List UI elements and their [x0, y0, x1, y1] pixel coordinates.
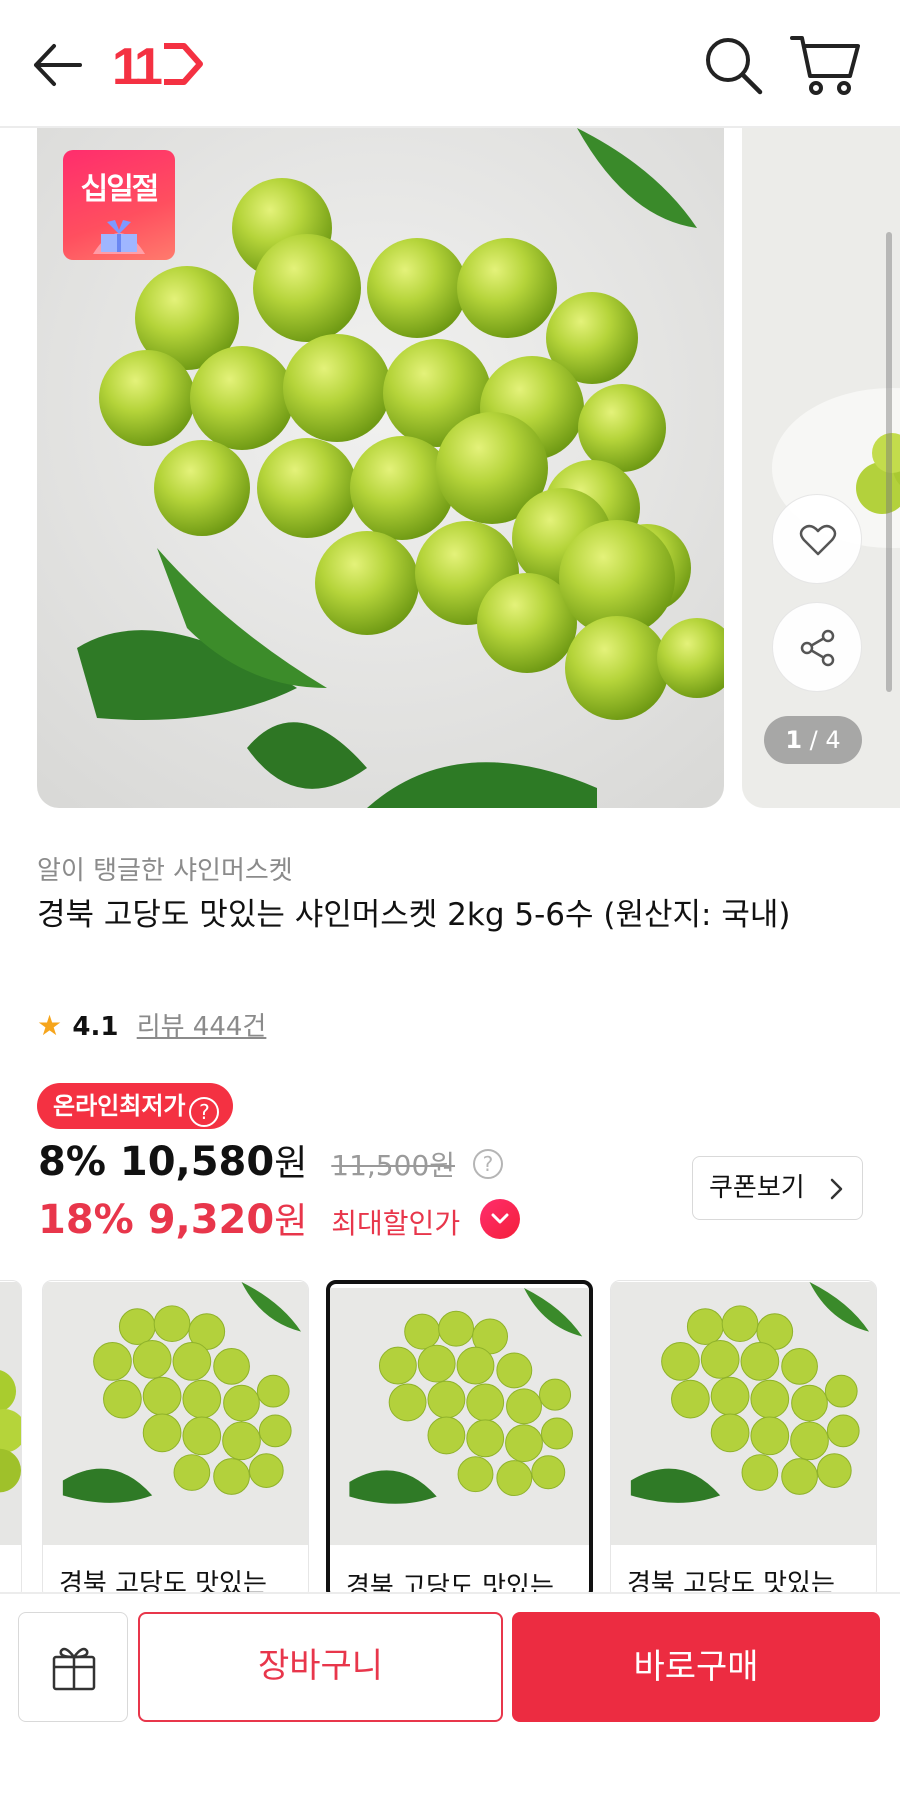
image-page-counter: 1 / 4	[764, 716, 862, 764]
max-discount-label: 최대할인가	[331, 1207, 461, 1240]
product-next-image[interactable]	[742, 128, 900, 808]
option-thumbnail	[0, 1281, 21, 1546]
chevron-down-icon[interactable]	[480, 1199, 521, 1239]
option-thumbnail	[611, 1281, 876, 1546]
gift-button[interactable]	[18, 1612, 128, 1722]
price-help-icon[interactable]: ?	[472, 1149, 503, 1179]
rating-score: 4.1	[72, 1012, 119, 1042]
badge-label: 십일절	[80, 172, 160, 207]
coupon-view-button[interactable]: 쿠폰보기	[692, 1156, 863, 1220]
option-thumbnail	[43, 1281, 308, 1546]
heart-icon	[799, 524, 837, 556]
cart-icon[interactable]	[788, 30, 864, 100]
currency-unit: 원	[274, 1143, 308, 1184]
star-icon: ★	[37, 1009, 63, 1042]
sale-event-badge: 십일절	[63, 150, 175, 260]
review-count-link[interactable]: 리뷰 444건	[137, 1012, 267, 1042]
lowest-badge-label: 온라인최저가	[53, 1092, 186, 1120]
max-discount-price: 9,320	[147, 1197, 275, 1243]
option-card[interactable]: 경북 고당도 맛있는	[42, 1280, 309, 1592]
product-title: 경북 고당도 맛있는 샤인머스켓 2kg 5-6수 (원산지: 국내)	[37, 897, 791, 933]
option-name: 경북 고당도 맛있는	[627, 1569, 835, 1592]
counter-current: 1	[785, 726, 803, 754]
add-to-cart-button[interactable]: 장바구니	[138, 1612, 503, 1722]
max-discount-row[interactable]: 18% 9,320원 최대할인가	[38, 1192, 521, 1244]
purchase-bar: 장바구니 바로구매	[0, 1592, 900, 1816]
coupon-button-label: 쿠폰보기	[709, 1173, 805, 1203]
11st-logo[interactable]: 11	[112, 34, 208, 94]
rating-summary[interactable]: ★ 4.1 리뷰 444건	[37, 1006, 266, 1043]
logo-text: 11	[112, 38, 162, 94]
buy-now-button[interactable]: 바로구매	[512, 1612, 880, 1722]
option-card[interactable]	[0, 1280, 22, 1592]
sale-price-row: 8% 10,580원 11,500원 ?	[38, 1134, 503, 1186]
chevron-right-icon	[830, 1178, 843, 1200]
discount-percent: 8%	[38, 1139, 106, 1185]
top-app-bar: 11	[0, 0, 900, 128]
share-icon	[800, 629, 835, 667]
share-button[interactable]	[772, 602, 862, 692]
gift-icon	[52, 1647, 96, 1691]
wishlist-button[interactable]	[772, 494, 862, 584]
option-thumbnail	[330, 1287, 589, 1546]
option-card-selected[interactable]: 경북 고당도 맛있는	[326, 1280, 593, 1592]
option-name: 경북 고당도 맛있는	[346, 1572, 554, 1592]
gift-bundle-icon	[93, 220, 145, 254]
product-image-gallery[interactable]: 십일절 1 / 4	[0, 128, 900, 810]
original-price: 11,500원	[331, 1149, 456, 1182]
back-arrow-icon[interactable]	[30, 40, 90, 90]
online-lowest-price-badge[interactable]: 온라인최저가?	[37, 1083, 234, 1129]
option-name: 경북 고당도 맛있는	[59, 1569, 267, 1592]
max-discount-percent: 18%	[38, 1197, 134, 1243]
option-card[interactable]: 경북 고당도 맛있는	[610, 1280, 877, 1592]
currency-unit: 원	[274, 1201, 308, 1242]
counter-total: / 4	[809, 726, 841, 754]
product-subtitle: 알이 탱글한 샤인머스켓	[37, 856, 293, 886]
sale-price: 10,580	[119, 1139, 275, 1185]
help-icon[interactable]: ?	[189, 1097, 220, 1127]
option-carousel[interactable]: 경북 고당도 맛있는 경북 고당도 맛있는 경북 고당도 맛있는	[0, 1280, 900, 1592]
gallery-scrollbar[interactable]	[886, 232, 892, 692]
search-icon[interactable]	[700, 32, 766, 98]
